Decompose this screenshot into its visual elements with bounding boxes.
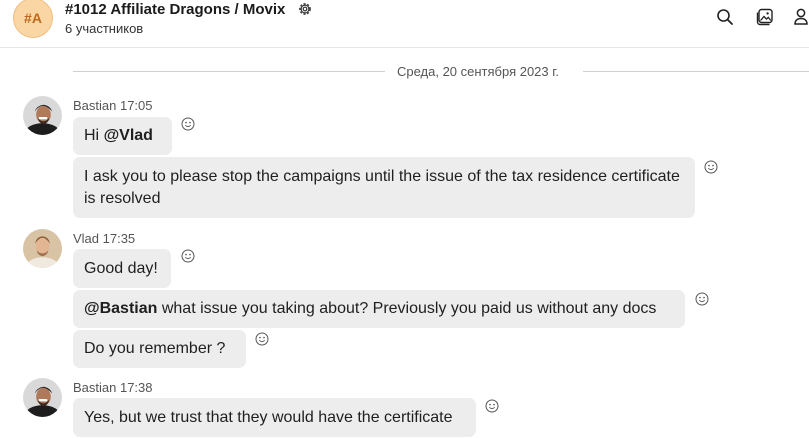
add-reaction-icon[interactable] — [181, 249, 195, 263]
message-text: Do you remember ? — [84, 340, 226, 357]
sender-name-time: Vlad 17:35 — [73, 231, 136, 246]
sender-name-time: Bastian 17:38 — [73, 380, 153, 395]
avatar-bastian[interactable] — [23, 378, 62, 417]
message-bubble[interactable]: Do you remember ? — [73, 330, 246, 368]
message-bubble[interactable]: Yes, but we trust that they would have t… — [73, 398, 476, 437]
message-text: what issue you taking about? Previously … — [157, 300, 657, 317]
avatar-vlad[interactable] — [23, 229, 62, 268]
group-avatar[interactable]: #A — [13, 0, 53, 38]
members-icon[interactable] — [794, 8, 809, 26]
message-text: Yes, but we trust that they would have t… — [84, 409, 453, 426]
add-reaction-icon[interactable] — [181, 117, 195, 131]
divider-right — [583, 71, 809, 72]
date-label: Среда, 20 сентября 2023 г. — [396, 64, 560, 79]
chat-title[interactable]: #1012 Affiliate Dragons / Movix — [65, 1, 285, 18]
participants-count[interactable]: 6 участников — [65, 21, 143, 36]
message-bubble[interactable]: Hi @Vlad — [73, 117, 172, 155]
message-text: I ask you to please stop the campaigns u… — [84, 168, 680, 207]
gear-icon[interactable] — [297, 1, 313, 17]
message-text: Hi — [84, 127, 104, 144]
add-reaction-icon[interactable] — [704, 160, 718, 174]
message-bubble[interactable]: @Bastian what issue you taking about? Pr… — [73, 290, 685, 328]
mention[interactable]: @Vlad — [104, 127, 153, 144]
avatar-bastian[interactable] — [23, 96, 62, 135]
add-reaction-icon[interactable] — [695, 292, 709, 306]
message-bubble[interactable]: I ask you to please stop the campaigns u… — [73, 157, 695, 218]
divider-left — [73, 71, 385, 72]
gallery-icon[interactable] — [756, 8, 774, 26]
sender-name-time: Bastian 17:05 — [73, 98, 153, 113]
date-separator: Среда, 20 сентября 2023 г. — [73, 62, 809, 82]
add-reaction-icon[interactable] — [485, 399, 499, 413]
chat-header: #A #1012 Affiliate Dragons / Movix 6 уча… — [0, 0, 809, 48]
mention[interactable]: @Bastian — [84, 300, 157, 317]
message-text: Good day! — [84, 260, 158, 277]
add-reaction-icon[interactable] — [255, 332, 269, 346]
search-icon[interactable] — [716, 8, 734, 26]
message-bubble[interactable]: Good day! — [73, 249, 171, 288]
